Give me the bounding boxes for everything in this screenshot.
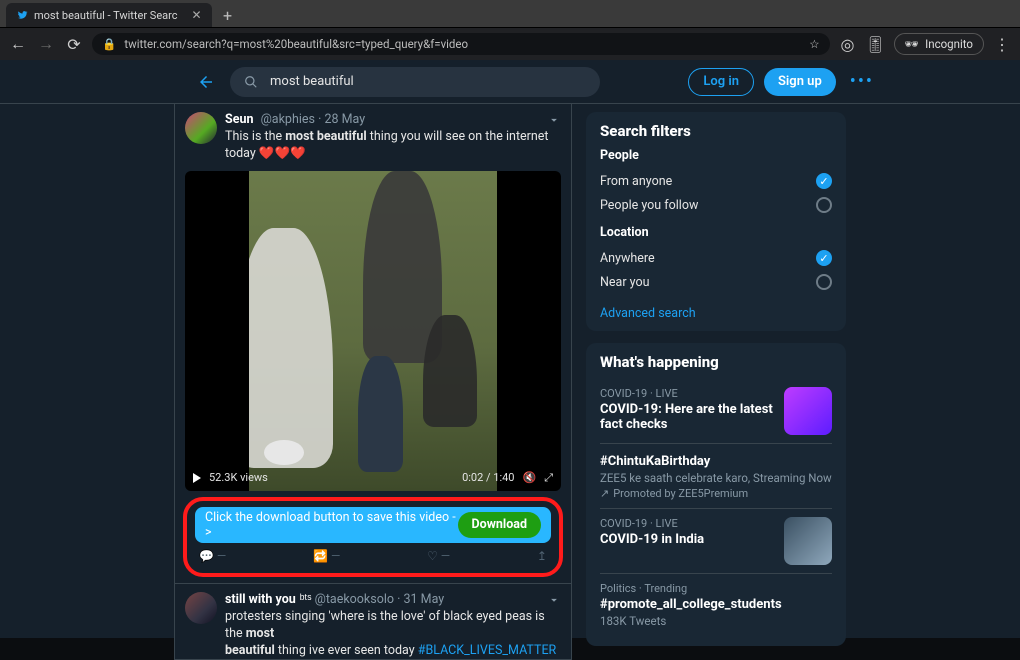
tweet-more-icon[interactable]	[547, 112, 561, 131]
arrow-left-icon	[197, 73, 215, 91]
radio-unchecked-icon[interactable]	[816, 274, 832, 290]
filter-anywhere[interactable]: Anywhere	[600, 246, 832, 270]
omnibox[interactable]: 🔒 twitter.com/search?q=most%20beautiful&…	[92, 33, 830, 55]
trend-category: COVID-19 · LIVE	[600, 387, 776, 400]
avatar[interactable]	[185, 592, 217, 624]
twitter-viewport: Log in Sign up ••• Seun @akphies · 28 Ma…	[0, 60, 1020, 638]
trend-desc: ZEE5 ke saath celebrate karo, Streaming …	[600, 471, 832, 485]
author-handle[interactable]: @taekooksolo	[315, 592, 394, 607]
filter-group-location: Location	[600, 225, 832, 240]
video-time: 0:02 / 1:40	[462, 471, 514, 484]
advanced-search-link[interactable]: Advanced search	[600, 306, 696, 321]
radio-checked-icon[interactable]	[816, 250, 832, 266]
download-button[interactable]: Download	[458, 512, 541, 538]
extension-icon[interactable]: ◎	[838, 34, 858, 54]
radio-checked-icon[interactable]	[816, 173, 832, 189]
search-icon	[244, 75, 258, 89]
trend-thumbnail	[784, 387, 832, 435]
back-icon[interactable]: ←	[8, 34, 28, 54]
trend-title: COVID-19 in India	[600, 532, 776, 547]
trend-item[interactable]: COVID-19 · LIVE COVID-19 in India	[600, 509, 832, 574]
tab-close-icon[interactable]: ✕	[192, 8, 202, 22]
hashtag-link[interactable]: #BLACK_LIVES_MATTER	[418, 643, 557, 658]
kebab-menu-icon[interactable]: ⋮	[992, 34, 1012, 54]
trend-item[interactable]: COVID-19 · LIVE COVID-19: Here are the l…	[600, 379, 832, 444]
extension-icon-2[interactable]: 🎚	[866, 34, 886, 54]
trend-title: #ChintuKaBirthday	[600, 454, 832, 469]
omnibox-url: twitter.com/search?q=most%20beautiful&sr…	[124, 37, 801, 51]
reply-icon[interactable]: 💬 —	[199, 549, 226, 563]
signup-button[interactable]: Sign up	[764, 68, 836, 96]
tweet-meta: still with youᵇᵗˢ @taekooksolo · 31 May	[225, 592, 561, 607]
download-cta: Click the download button to save this v…	[205, 510, 458, 540]
more-button[interactable]: •••	[846, 71, 878, 92]
tweet-actions: 💬 — 🔁 — ♡ — ↥	[195, 549, 551, 563]
filter-group-people: People	[600, 148, 832, 163]
video-views: 52.3K views	[209, 471, 268, 484]
download-bar: Click the download button to save this v…	[195, 507, 551, 543]
lock-icon: 🔒	[102, 37, 116, 51]
tweet[interactable]: Seun @akphies · 28 May This is the most …	[174, 104, 572, 584]
retweet-icon[interactable]: 🔁 —	[313, 549, 340, 563]
search-input[interactable]	[268, 73, 586, 90]
right-column: Search filters People From anyone People…	[586, 104, 846, 660]
fullscreen-icon[interactable]: ⤢	[544, 471, 553, 485]
tweet-date: 28 May	[324, 112, 365, 127]
panel-heading: What's happening	[600, 353, 832, 371]
share-icon[interactable]: ↥	[537, 549, 547, 563]
avatar[interactable]	[185, 112, 217, 144]
tweet-date: 31 May	[404, 592, 445, 607]
trend-title: #promote_all_college_students	[600, 597, 832, 612]
author-name[interactable]: still with you	[225, 592, 296, 607]
tweet-text: protesters singing 'where is the love' o…	[225, 609, 561, 660]
forward-icon: →	[36, 34, 56, 54]
panel-heading: Search filters	[600, 122, 832, 140]
new-tab-button[interactable]: +	[216, 3, 240, 27]
login-button[interactable]: Log in	[688, 68, 754, 96]
search-filters-panel: Search filters People From anyone People…	[586, 112, 846, 331]
filter-people-you-follow[interactable]: People you follow	[600, 193, 832, 217]
filter-from-anyone[interactable]: From anyone	[600, 169, 832, 193]
trend-thumbnail	[784, 517, 832, 565]
author-handle[interactable]: @akphies	[261, 112, 315, 127]
tweet[interactable]: still with youᵇᵗˢ @taekooksolo · 31 May …	[174, 584, 572, 660]
tweet-meta: Seun @akphies · 28 May	[225, 112, 561, 127]
search-box[interactable]	[230, 67, 600, 97]
chrome-toolbar: ← → ⟳ 🔒 twitter.com/search?q=most%20beau…	[0, 28, 1020, 60]
radio-unchecked-icon[interactable]	[816, 197, 832, 213]
tweet-more-icon[interactable]	[547, 592, 561, 611]
video-frame	[185, 171, 561, 491]
trend-desc: 183K Tweets	[600, 614, 832, 628]
trend-title: COVID-19: Here are the latest fact check…	[600, 402, 776, 432]
reload-icon[interactable]: ⟳	[64, 34, 84, 54]
trend-item[interactable]: Politics · Trending #promote_all_college…	[600, 574, 832, 636]
download-callout: Click the download button to save this v…	[183, 497, 563, 577]
center-column: Seun @akphies · 28 May This is the most …	[174, 104, 572, 660]
play-icon[interactable]	[193, 473, 201, 483]
star-icon[interactable]: ☆	[809, 37, 819, 51]
incognito-label: Incognito	[925, 37, 973, 51]
incognito-icon: 🕶	[905, 37, 920, 51]
tab-title: most beautiful - Twitter Searc	[34, 9, 178, 22]
video-controls: 52.3K views 0:02 / 1:40 🔇 ⤢	[185, 465, 561, 491]
filter-near-you[interactable]: Near you	[600, 270, 832, 294]
like-icon[interactable]: ♡ —	[427, 549, 450, 563]
content-columns: Seun @akphies · 28 May This is the most …	[0, 104, 1020, 660]
promoted-icon: ↗	[600, 487, 609, 500]
trend-category: COVID-19 · LIVE	[600, 517, 776, 530]
whats-happening-panel: What's happening COVID-19 · LIVE COVID-1…	[586, 343, 846, 646]
twitter-topbar: Log in Sign up •••	[0, 60, 1020, 104]
trend-item[interactable]: #ChintuKaBirthday ZEE5 ke saath celebrat…	[600, 444, 832, 509]
volume-icon[interactable]: 🔇	[522, 471, 536, 484]
tweet-text: This is the most beautiful thing you wil…	[225, 129, 561, 163]
browser-tab[interactable]: most beautiful - Twitter Searc ✕	[6, 3, 212, 27]
twitter-back-button[interactable]	[192, 68, 220, 96]
author-name[interactable]: Seun	[225, 112, 253, 127]
video-player[interactable]: 52.3K views 0:02 / 1:40 🔇 ⤢	[185, 171, 561, 491]
twitter-favicon	[16, 9, 28, 21]
trend-category: Politics · Trending	[600, 582, 832, 595]
incognito-chip[interactable]: 🕶 Incognito	[894, 33, 984, 55]
promoted-label: ↗ Promoted by ZEE5Premium	[600, 487, 832, 500]
chrome-tab-strip: most beautiful - Twitter Searc ✕ +	[0, 0, 1020, 28]
